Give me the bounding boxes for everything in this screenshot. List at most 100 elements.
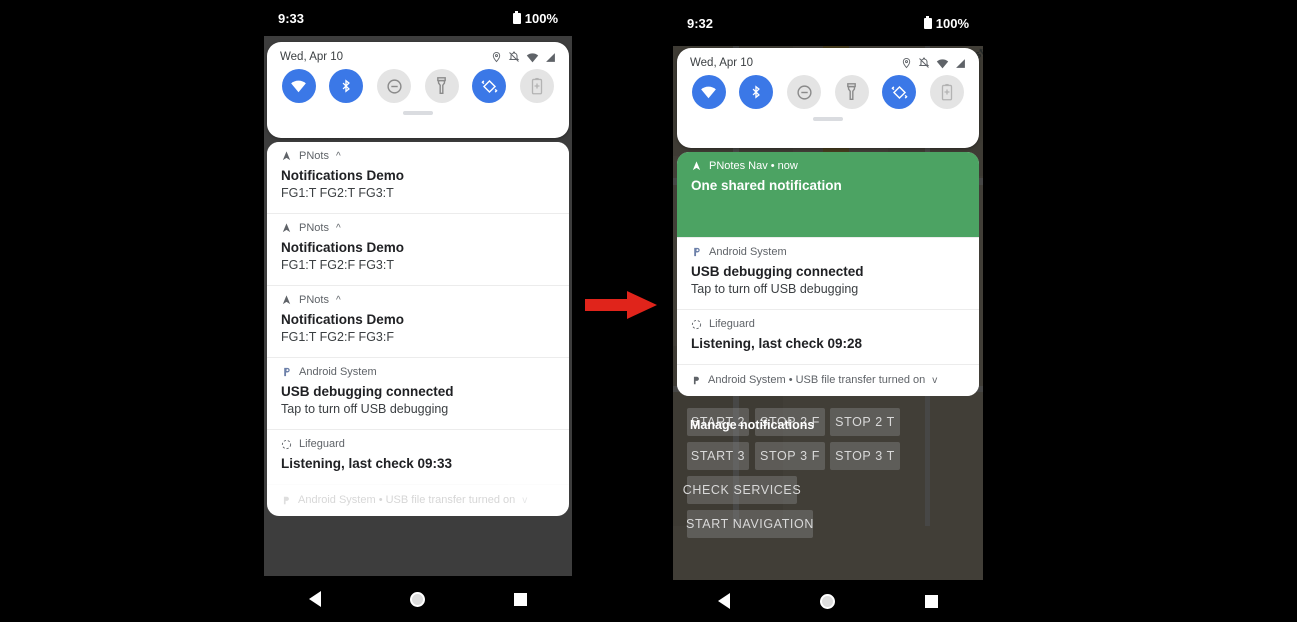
- wifi-tile[interactable]: [691, 75, 726, 109]
- android-system-icon: [693, 376, 699, 384]
- do-not-disturb-tile[interactable]: [787, 75, 822, 109]
- notification-body: Tap to turn off USB debugging: [281, 402, 449, 416]
- notification-header: Lifeguard: [691, 318, 965, 330]
- notification-item[interactable]: Lifeguard Listening, last check 09:33: [267, 429, 569, 484]
- notification-title: Listening, last check 09:33: [281, 456, 453, 471]
- flashlight-tile[interactable]: [834, 75, 869, 109]
- notification-app-name: Android System: [299, 366, 377, 378]
- phone-before: 9:33 100% Alert N1 Channel 1 Wed, Apr 10: [264, 0, 572, 622]
- bluetooth-icon: [343, 79, 351, 93]
- location-pin-icon: [902, 57, 911, 69]
- notifications-off-icon: [508, 51, 520, 62]
- android-system-icon: [694, 247, 700, 257]
- app-button-start-3[interactable]: START 3: [687, 442, 749, 470]
- notification-title: One shared notification: [691, 178, 842, 193]
- android-system-icon: [283, 496, 289, 504]
- notification-body: Tap to turn off USB debugging: [691, 282, 859, 296]
- auto-rotate-tile[interactable]: [472, 69, 507, 103]
- status-time: 9:33: [278, 10, 305, 26]
- navigation-bar-left: [264, 576, 572, 622]
- notification-title: Notifications Demo: [281, 168, 405, 183]
- status-time: 9:32: [687, 15, 714, 31]
- qs-drag-handle[interactable]: [813, 117, 843, 121]
- chevron-up-icon[interactable]: ^: [336, 223, 341, 234]
- battery-saver-icon: [531, 77, 543, 95]
- notification-item[interactable]: Android System USB debugging connected T…: [267, 357, 569, 429]
- notification-app-name: PNots: [299, 222, 329, 234]
- bluetooth-tile[interactable]: [329, 69, 364, 103]
- battery-icon: [512, 11, 521, 24]
- notification-item[interactable]: PNots ^ Notifications Demo FG1:T FG2:T F…: [267, 142, 569, 213]
- navigation-icon: [692, 161, 701, 171]
- qs-date: Wed, Apr 10: [280, 51, 344, 63]
- app-button-stop-3-f[interactable]: STOP 3 F: [755, 442, 825, 470]
- flashlight-icon: [437, 77, 447, 95]
- chevron-up-icon[interactable]: ^: [336, 295, 341, 306]
- notification-item[interactable]: Android System USB debugging connected T…: [677, 237, 979, 309]
- qs-date: Wed, Apr 10: [690, 57, 754, 69]
- qs-drag-handle[interactable]: [403, 111, 433, 115]
- do-not-disturb-icon: [387, 78, 402, 94]
- manage-notifications-label[interactable]: Manage notifications: [690, 418, 814, 432]
- app-button-stop-3-t[interactable]: STOP 3 T: [830, 442, 900, 470]
- battery-percent: 100%: [524, 10, 558, 26]
- qs-tiles-right: [677, 69, 979, 109]
- notification-title: USB debugging connected: [281, 384, 454, 399]
- status-bar-right: 9:32 100%: [673, 0, 983, 46]
- status-right: 100%: [512, 10, 558, 26]
- notification-title: USB debugging connected: [691, 264, 864, 279]
- lifeguard-icon: [281, 439, 292, 449]
- wifi-icon: [526, 52, 539, 62]
- notification-item-shared[interactable]: PNotes Nav • now One shared notification: [677, 152, 979, 237]
- auto-rotate-tile[interactable]: [882, 75, 917, 109]
- navigation-icon: [282, 151, 291, 161]
- quick-settings-header: Wed, Apr 10: [677, 48, 979, 69]
- notification-app-name: Android System • USB file transfer turne…: [708, 374, 926, 386]
- app-button-check-services[interactable]: CHECK SERVICES: [683, 476, 801, 504]
- battery-saver-tile[interactable]: [520, 69, 555, 103]
- screen-right: andings Dr Charleston a St ngstorff Goog…: [673, 46, 983, 580]
- bluetooth-tile[interactable]: [739, 75, 774, 109]
- home-button[interactable]: [409, 591, 425, 607]
- android-system-icon: [284, 367, 290, 377]
- notification-header: PNots ^: [281, 150, 555, 162]
- signal-icon: [956, 58, 965, 68]
- notification-item-collapsed[interactable]: Android System • USB file transfer turne…: [677, 364, 979, 396]
- notification-title: Listening, last check 09:28: [691, 336, 863, 351]
- flashlight-tile[interactable]: [424, 69, 459, 103]
- recents-button[interactable]: [925, 594, 938, 608]
- back-button[interactable]: [308, 591, 321, 607]
- recents-button[interactable]: [514, 592, 528, 606]
- notification-app-name: Lifeguard: [709, 318, 755, 330]
- wifi-tile[interactable]: [281, 69, 316, 103]
- quick-settings-header: Wed, Apr 10: [267, 42, 569, 63]
- qs-status-icons: [491, 51, 556, 63]
- battery-saver-icon: [941, 83, 953, 101]
- chevron-up-icon[interactable]: ^: [336, 151, 341, 162]
- do-not-disturb-icon: [797, 84, 812, 100]
- app-button-stop-2-t[interactable]: STOP 2 T: [830, 408, 900, 436]
- notification-item[interactable]: Lifeguard Listening, last check 09:28: [677, 309, 979, 364]
- notification-header: PNots ^: [281, 294, 555, 306]
- notification-item-collapsed[interactable]: Android System • USB file transfer turne…: [267, 484, 569, 516]
- qs-status-icons: [901, 57, 966, 69]
- notification-app-name: PNots: [299, 294, 329, 306]
- battery-saver-tile[interactable]: [930, 75, 965, 109]
- app-button-start-navigation[interactable]: START NAVIGATION: [686, 510, 813, 538]
- notification-item[interactable]: PNots ^ Notifications Demo FG1:T FG2:F F…: [267, 285, 569, 357]
- notification-item[interactable]: PNots ^ Notifications Demo FG1:T FG2:F F…: [267, 213, 569, 285]
- notification-header: Android System: [691, 246, 965, 258]
- home-button[interactable]: [820, 593, 835, 609]
- notification-header: PNots ^: [281, 222, 555, 234]
- notification-title: Notifications Demo: [281, 240, 405, 255]
- back-button[interactable]: [718, 593, 730, 609]
- quick-settings-panel-right[interactable]: Wed, Apr 10: [677, 48, 979, 148]
- do-not-disturb-tile[interactable]: [377, 69, 412, 103]
- notification-header: Lifeguard: [281, 438, 555, 450]
- auto-rotate-icon: [891, 85, 908, 99]
- quick-settings-panel-left[interactable]: Wed, Apr 10: [267, 42, 569, 138]
- screen-left: Alert N1 Channel 1 Wed, Apr 10: [264, 36, 572, 576]
- notification-header: PNotes Nav • now: [691, 160, 965, 172]
- chevron-down-icon[interactable]: v: [522, 495, 527, 506]
- chevron-down-icon[interactable]: v: [932, 375, 937, 386]
